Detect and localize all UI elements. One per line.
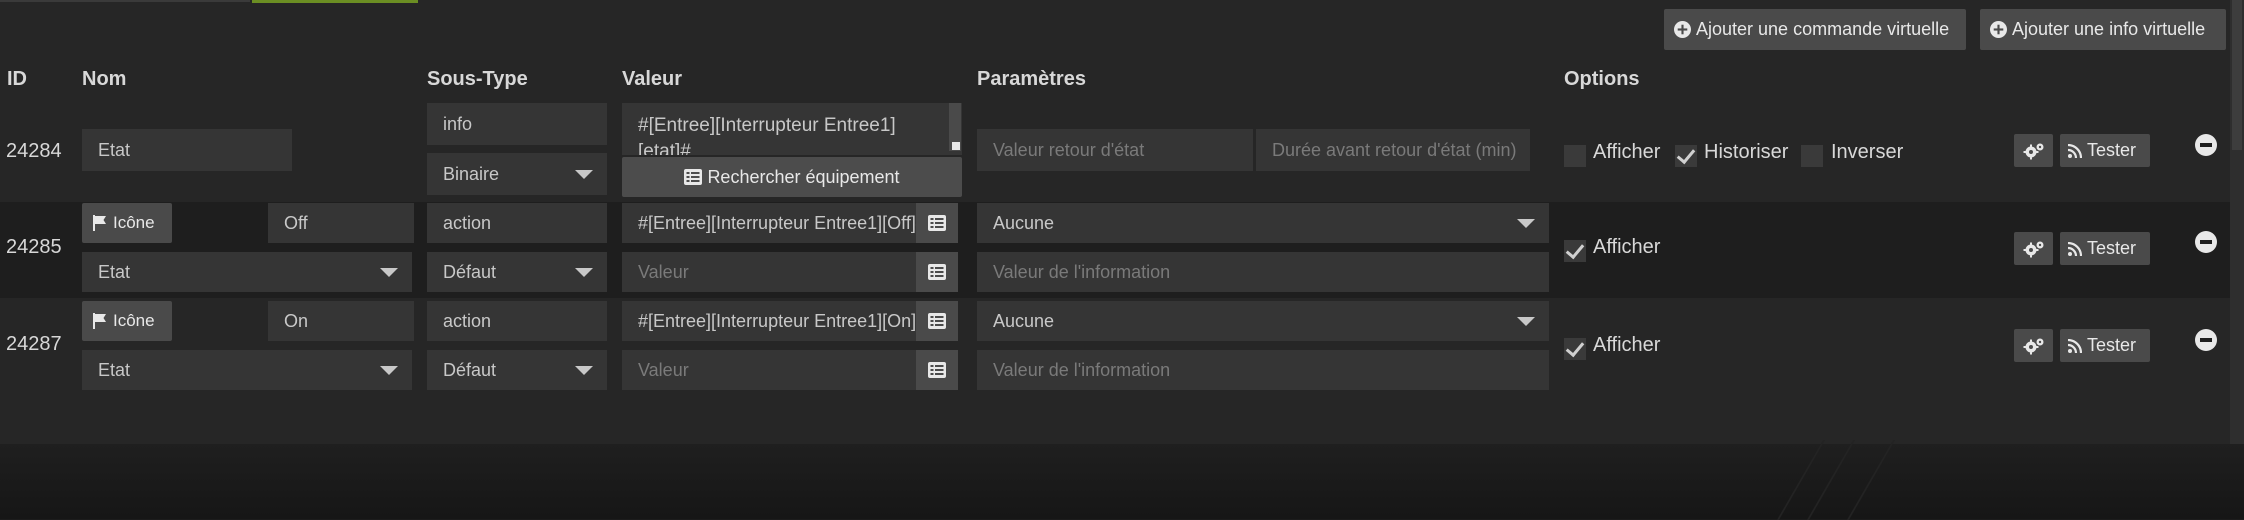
- test-button[interactable]: Tester: [2060, 329, 2150, 362]
- add-virtual-command-label: Ajouter une commande virtuelle: [1696, 19, 1950, 39]
- test-button-label: Tester: [2087, 238, 2137, 258]
- list-icon: [928, 264, 946, 280]
- scrollbar-thumb[interactable]: [2232, 0, 2242, 150]
- afficher-label: Afficher: [1593, 236, 1661, 258]
- list-icon: [928, 215, 946, 231]
- command-id: 24287: [6, 333, 62, 355]
- background-area: [0, 444, 2244, 519]
- configure-button[interactable]: [2014, 329, 2053, 362]
- afficher-label: Afficher: [1593, 141, 1661, 163]
- parameter-select[interactable]: Aucune: [977, 301, 1549, 341]
- command-type-field: info: [427, 103, 607, 145]
- value-list-button[interactable]: [916, 203, 958, 243]
- value-input[interactable]: Valeur: [622, 252, 916, 292]
- value-list-button[interactable]: [916, 350, 958, 390]
- icon-button-label: Icône: [113, 311, 155, 330]
- remove-command-icon[interactable]: [2195, 134, 2217, 156]
- rss-icon: [2068, 338, 2082, 353]
- rss-icon: [2068, 143, 2082, 158]
- value-input[interactable]: Valeur: [622, 350, 916, 390]
- cogs-icon: [2023, 142, 2045, 160]
- add-virtual-command-button[interactable]: Ajouter une commande virtuelle: [1664, 9, 1966, 50]
- inverser-label: Inverser: [1831, 141, 1904, 163]
- list-icon: [928, 362, 946, 378]
- test-button[interactable]: Tester: [2060, 232, 2150, 265]
- command-type-field: action: [427, 301, 607, 341]
- search-equipment-label: Rechercher équipement: [707, 166, 900, 187]
- value-input[interactable]: #[Entree][Interrupteur Entree1][Off]#: [622, 203, 916, 243]
- command-id: 24284: [6, 140, 62, 162]
- tab-underline: [0, 0, 250, 2]
- value-line: #[Entree][Interrupteur Entree1]: [638, 115, 896, 136]
- command-id: 24285: [6, 236, 62, 258]
- resize-handle-icon[interactable]: [952, 142, 960, 150]
- scrollbar[interactable]: [2230, 0, 2244, 444]
- column-header-parametres: Paramètres: [977, 68, 1086, 90]
- parameter-select[interactable]: Aucune: [977, 203, 1549, 243]
- plus-circle-icon: [1990, 21, 2007, 38]
- plus-circle-icon: [1674, 21, 1691, 38]
- column-header-id: ID: [7, 68, 27, 90]
- remove-command-icon[interactable]: [2195, 329, 2217, 351]
- return-state-value-input[interactable]: Valeur retour d'état: [977, 129, 1253, 171]
- icon-button[interactable]: Icône: [82, 301, 172, 341]
- icon-button-label: Icône: [113, 213, 155, 232]
- information-value-input[interactable]: Valeur de l'information: [977, 350, 1549, 390]
- historiser-label: Historiser: [1704, 141, 1789, 163]
- afficher-checkbox[interactable]: [1564, 338, 1586, 360]
- rss-icon: [2068, 241, 2082, 256]
- cogs-icon: [2023, 337, 2045, 355]
- list-icon: [684, 169, 703, 185]
- configure-button[interactable]: [2014, 134, 2053, 167]
- icon-button[interactable]: Icône: [82, 203, 172, 243]
- test-button[interactable]: Tester: [2060, 134, 2150, 167]
- column-header-nom: Nom: [82, 68, 127, 90]
- subtype-select[interactable]: Défaut: [427, 350, 607, 390]
- test-button-label: Tester: [2087, 140, 2137, 160]
- test-button-label: Tester: [2087, 335, 2137, 355]
- command-type-field: action: [427, 203, 607, 243]
- value-line: [etat]#: [638, 141, 691, 155]
- value-list-button[interactable]: [916, 252, 958, 292]
- list-icon: [928, 313, 946, 329]
- subtype-select[interactable]: Binaire: [427, 153, 607, 195]
- afficher-label: Afficher: [1593, 334, 1661, 356]
- subtype-select[interactable]: Défaut: [427, 252, 607, 292]
- column-header-valeur: Valeur: [622, 68, 683, 90]
- command-name-input[interactable]: On: [268, 301, 414, 341]
- linked-info-select[interactable]: Etat: [82, 350, 412, 390]
- column-header-options: Options: [1564, 68, 1640, 90]
- information-value-input[interactable]: Valeur de l'information: [977, 252, 1549, 292]
- search-equipment-button[interactable]: Rechercher équipement: [622, 157, 962, 197]
- add-virtual-info-label: Ajouter une info virtuelle: [2012, 19, 2206, 39]
- value-list-button[interactable]: [916, 301, 958, 341]
- cogs-icon: [2023, 240, 2045, 258]
- value-input[interactable]: #[Entree][Interrupteur Entree1][On]#: [622, 301, 916, 341]
- linked-info-select[interactable]: Etat: [82, 252, 412, 292]
- inverser-checkbox[interactable]: [1801, 145, 1823, 167]
- column-header-sous-type: Sous-Type: [427, 68, 528, 90]
- remove-command-icon[interactable]: [2195, 231, 2217, 253]
- value-textarea[interactable]: #[Entree][Interrupteur Entree1] [etat]#: [622, 103, 962, 155]
- afficher-checkbox[interactable]: [1564, 145, 1586, 167]
- command-name-input[interactable]: Off: [268, 203, 414, 243]
- historiser-checkbox[interactable]: [1675, 145, 1697, 167]
- return-state-duration-input[interactable]: Durée avant retour d'état (min): [1256, 129, 1530, 171]
- add-virtual-info-button[interactable]: Ajouter une info virtuelle: [1980, 9, 2226, 50]
- tab-active-indicator: [252, 0, 418, 3]
- flag-icon: [92, 215, 108, 231]
- command-name-input[interactable]: Etat: [82, 129, 292, 171]
- flag-icon: [92, 313, 108, 329]
- configure-button[interactable]: [2014, 232, 2053, 265]
- afficher-checkbox[interactable]: [1564, 240, 1586, 262]
